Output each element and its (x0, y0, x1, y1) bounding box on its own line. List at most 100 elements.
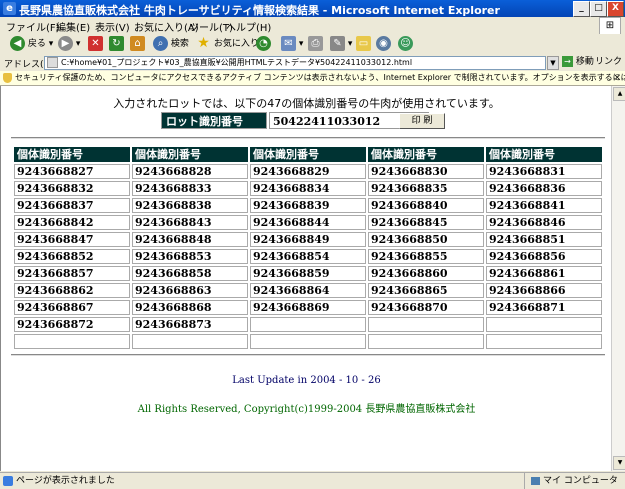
search-label: 検索 (170, 39, 189, 49)
id-cell: 9243668854 (250, 249, 366, 264)
stop-icon: ✕ (88, 36, 103, 51)
security-zone: マイ コンピュータ (524, 473, 618, 489)
print-toolbar-button[interactable]: ⎙ (308, 36, 323, 53)
id-cell: 9243668830 (368, 164, 484, 179)
printer-icon: ⎙ (308, 36, 323, 51)
scroll-up-icon[interactable]: ▲ (613, 87, 625, 101)
id-cell (486, 334, 602, 349)
forward-button[interactable]: ▶ ▾ (58, 36, 80, 53)
home-button[interactable]: ⌂ (130, 36, 145, 53)
column-header: 個体識別番号 (486, 147, 602, 162)
stop-button[interactable]: ✕ (88, 36, 103, 53)
table-row: 9243668862 9243668863 9243668864 9243668865… (14, 283, 602, 298)
links-button[interactable]: リンク (595, 56, 622, 69)
id-cell (368, 317, 484, 332)
id-cell: 9243668831 (486, 164, 602, 179)
zone-label: マイ コンピュータ (543, 476, 618, 486)
go-button[interactable]: → 移動 (562, 56, 594, 69)
back-arrow-icon: ◀ (10, 36, 25, 51)
id-cell: 9243668843 (132, 215, 248, 230)
id-cell: 9243668872 (14, 317, 130, 332)
id-cell: 9243668841 (486, 198, 602, 213)
status-bar: ページが表示されました マイ コンピュータ (0, 472, 625, 489)
refresh-icon: ↻ (109, 36, 124, 51)
id-table: 個体識別番号 個体識別番号 個体識別番号 個体識別番号 個体識別番号 9243668827… (12, 145, 604, 351)
id-cell: 9243668868 (132, 300, 248, 315)
column-header: 個体識別番号 (368, 147, 484, 162)
close-button[interactable]: X (607, 1, 624, 17)
copyright: All Rights Reserved, Copyright(c)1999-20… (137, 404, 476, 415)
maximize-button[interactable]: □ (590, 1, 607, 17)
star-icon: ★ (197, 35, 210, 51)
search-button[interactable]: ⌕ 検索 (153, 36, 189, 53)
messenger-button[interactable]: ☺ (398, 36, 413, 53)
column-header: 個体識別番号 (132, 147, 248, 162)
toolbar: ◀ 戻る ▾ ▶ ▾ ✕ ↻ ⌂ ⌕ 検索 ★ お気に入り ◔ ✉ ▾ ⎙ ✎ … (0, 34, 625, 56)
menu-edit[interactable]: 編集(E) (56, 19, 90, 34)
id-cell: 9243668849 (250, 232, 366, 247)
id-cell (486, 317, 602, 332)
history-button[interactable]: ◔ (256, 36, 271, 53)
address-input[interactable]: C:¥home¥01_プロジェクト¥03_農協直販¥公開用HTMLテストデータ¥… (44, 56, 546, 70)
menu-help[interactable]: ヘルプ(H) (226, 19, 271, 34)
back-button[interactable]: ◀ 戻る ▾ (10, 36, 53, 53)
id-cell: 9243668844 (250, 215, 366, 230)
id-cell (250, 317, 366, 332)
favorites-button[interactable]: ★ お気に入り (196, 36, 259, 53)
scroll-down-icon[interactable]: ▼ (613, 456, 625, 470)
id-cell: 9243668855 (368, 249, 484, 264)
column-header: 個体識別番号 (250, 147, 366, 162)
id-cell: 9243668873 (132, 317, 248, 332)
vertical-scrollbar[interactable]: ▲ ▼ (611, 86, 625, 471)
table-row: 9243668832 9243668833 9243668834 9243668835… (14, 181, 602, 196)
edit-button[interactable]: ✎ ▾ (330, 36, 352, 53)
id-cell: 9243668858 (132, 266, 248, 281)
id-cell: 9243668860 (368, 266, 484, 281)
id-cell: 9243668838 (132, 198, 248, 213)
menu-file[interactable]: ファイル(F) (6, 19, 60, 34)
information-bar[interactable]: セキュリティ保護のため、コンピュータにアクセスできるアクティブ コンテンツは表示… (0, 71, 625, 86)
infobar-close-icon[interactable]: × (613, 71, 621, 85)
id-cell: 9243668869 (250, 300, 366, 315)
id-cell: 9243668862 (14, 283, 130, 298)
folder-button[interactable]: ▭ (356, 36, 371, 53)
table-row: 9243668837 9243668838 9243668839 9243668840… (14, 198, 602, 213)
id-cell (250, 334, 366, 349)
print-button[interactable]: 印 刷 (399, 113, 445, 129)
divider-top (11, 137, 605, 139)
mail-button[interactable]: ✉ ▾ (281, 36, 303, 53)
page-content: 入力されたロットでは、以下の47の個体識別番号の牛肉が使用されています。 ロット… (0, 86, 612, 471)
discuss-button[interactable]: ◉ (376, 36, 391, 53)
messenger-icon: ☺ (398, 36, 413, 51)
page-icon (47, 57, 58, 68)
discuss-icon: ◉ (376, 36, 391, 51)
id-cell: 9243668842 (14, 215, 130, 230)
id-cell: 9243668836 (486, 181, 602, 196)
id-cell: 9243668866 (486, 283, 602, 298)
id-cell: 9243668840 (368, 198, 484, 213)
minimize-button[interactable]: _ (573, 1, 590, 17)
id-cell: 9243668835 (368, 181, 484, 196)
home-icon: ⌂ (130, 36, 145, 51)
page-done-icon (3, 475, 13, 486)
search-icon: ⌕ (153, 36, 168, 51)
id-cell: 9243668839 (250, 198, 366, 213)
refresh-button[interactable]: ↻ (109, 36, 124, 53)
menu-view[interactable]: 表示(V) (95, 19, 130, 34)
id-cell: 9243668832 (14, 181, 130, 196)
address-dropdown-button[interactable]: ▼ (547, 56, 559, 70)
menu-bar: ファイル(F) 編集(E) 表示(V) お気に入り(A) ツール(T) ヘルプ(… (0, 17, 625, 35)
id-cell: 9243668829 (250, 164, 366, 179)
mail-icon: ✉ (281, 36, 296, 51)
table-row: 9243668872 9243668873 (14, 317, 602, 332)
id-cell: 9243668848 (132, 232, 248, 247)
address-bar: アドレス(D) C:¥home¥01_プロジェクト¥03_農協直販¥公開用HTM… (0, 55, 625, 72)
id-cell: 9243668853 (132, 249, 248, 264)
id-cell: 9243668845 (368, 215, 484, 230)
id-cell: 9243668850 (368, 232, 484, 247)
id-cell (132, 334, 248, 349)
shield-icon (3, 72, 12, 83)
table-header-row: 個体識別番号 個体識別番号 個体識別番号 個体識別番号 個体識別番号 (14, 147, 602, 162)
divider-bottom (11, 354, 605, 356)
folder-icon: ▭ (356, 36, 371, 51)
